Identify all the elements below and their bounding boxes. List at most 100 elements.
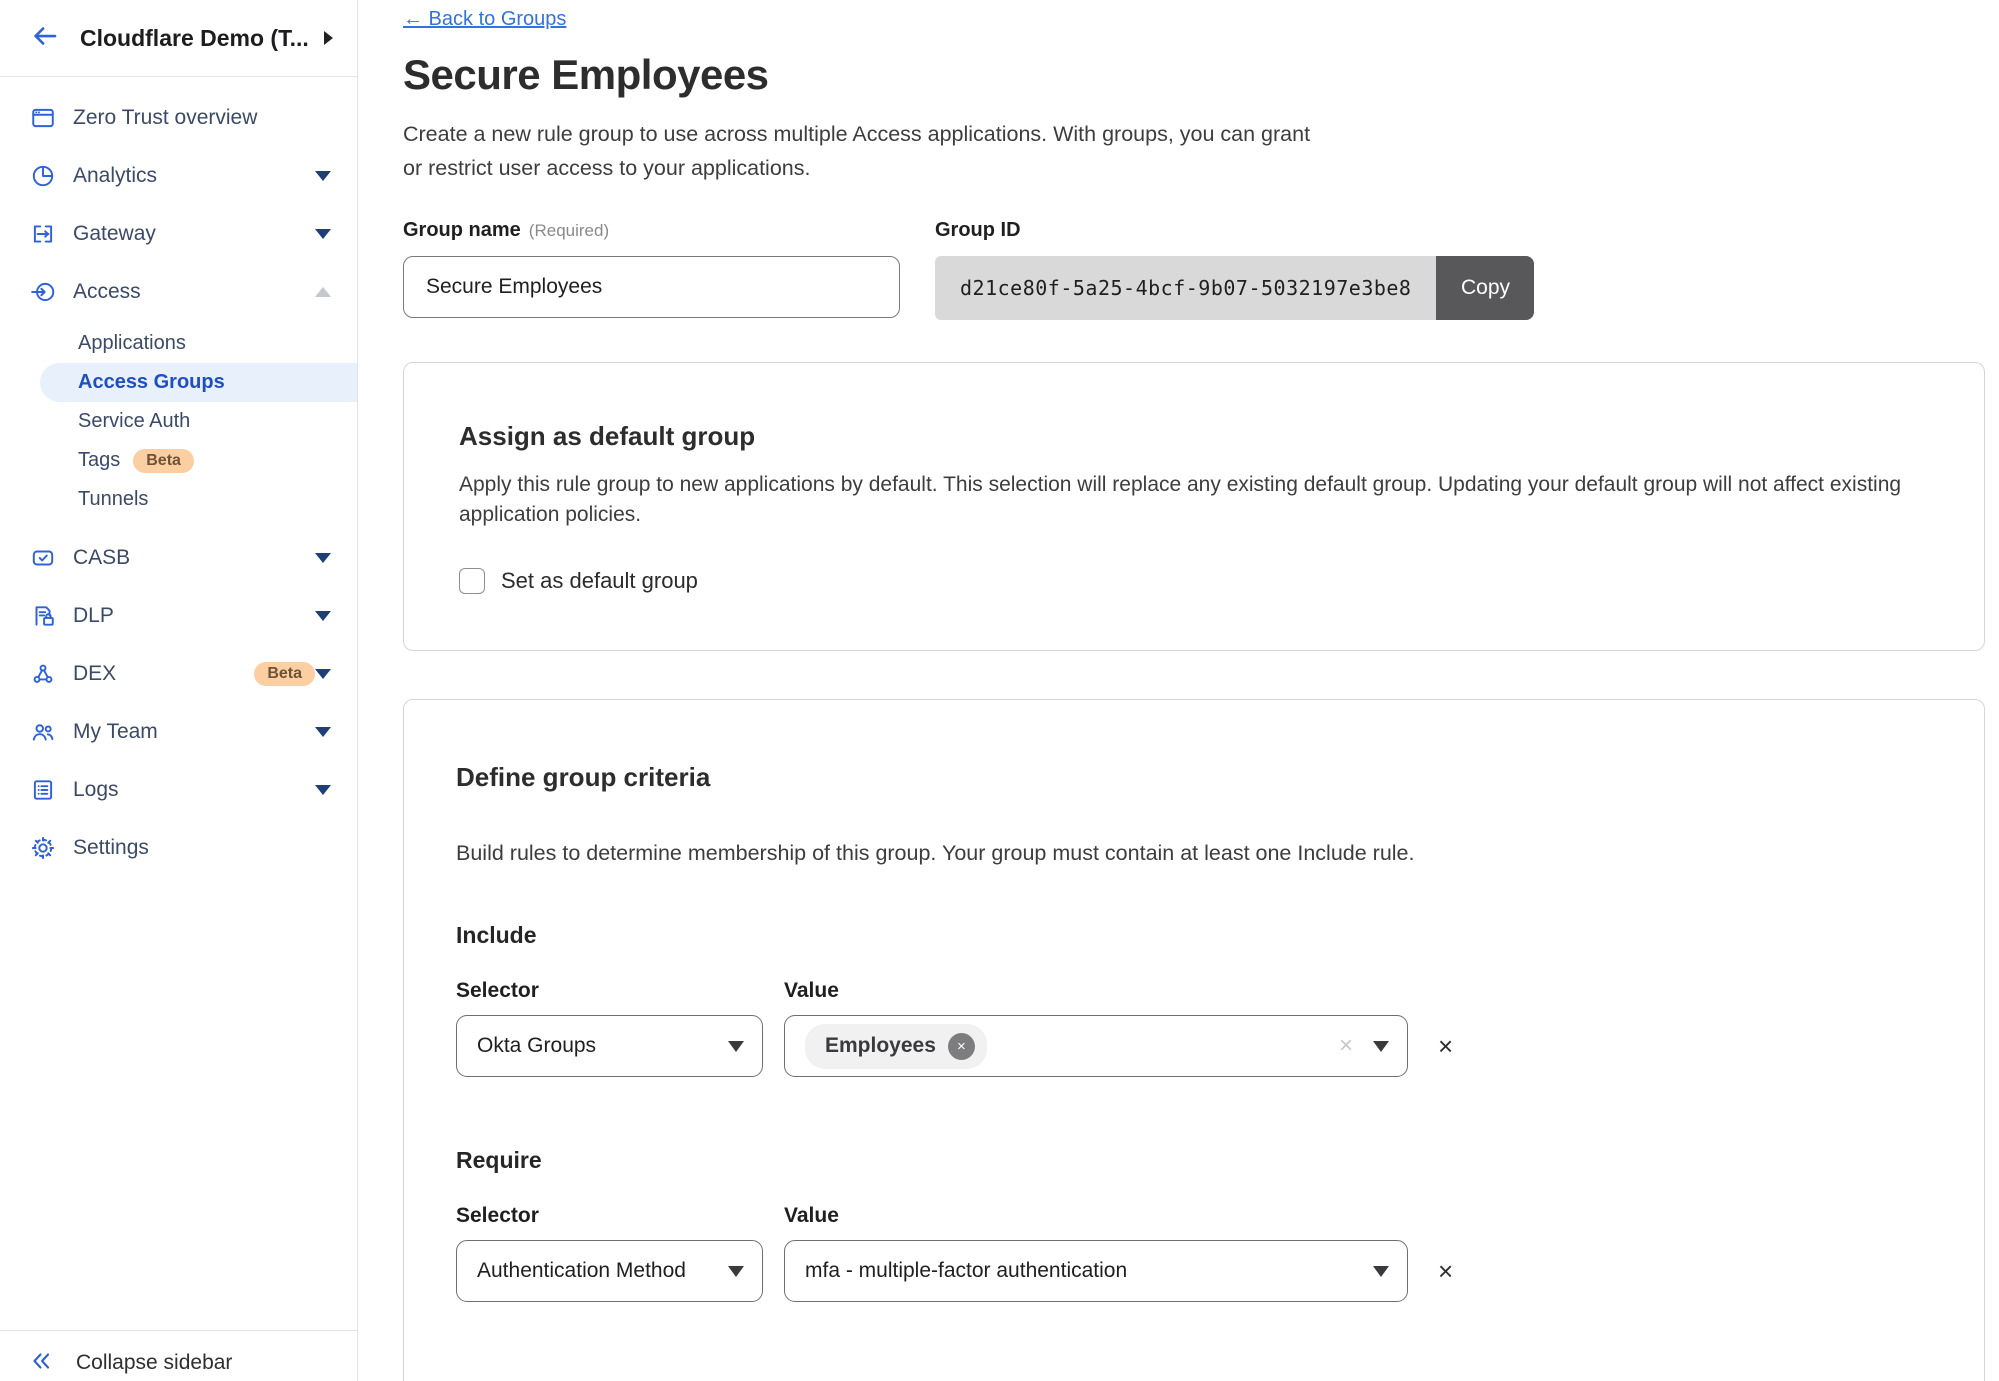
clear-values-icon[interactable]: ×: [1339, 1032, 1353, 1060]
account-name[interactable]: Cloudflare Demo (T...: [80, 25, 318, 52]
set-default-checkbox-label: Set as default group: [501, 568, 698, 594]
value-label: Value: [784, 979, 839, 1003]
sidebar-item-applications[interactable]: Applications: [0, 324, 357, 363]
value-label: Value: [784, 1204, 839, 1228]
chevron-up-icon[interactable]: [315, 287, 331, 297]
account-expand-icon[interactable]: [324, 31, 333, 45]
sidebar-item-dlp[interactable]: DLP: [0, 587, 357, 645]
sidebar-item-zero-trust-overview[interactable]: Zero Trust overview: [0, 89, 357, 147]
selector-label: Selector: [456, 979, 784, 1003]
description-line: Apply this rule group to new application…: [459, 470, 1929, 500]
sidebar-item-analytics[interactable]: Analytics: [0, 147, 357, 205]
remove-tag-icon[interactable]: ×: [948, 1033, 975, 1060]
sidebar-item-casb[interactable]: CASB: [0, 529, 357, 587]
criteria-card: Define group criteria Build rules to det…: [403, 699, 1985, 1381]
dropdown-caret-icon: [1373, 1041, 1389, 1052]
criteria-card-description: Build rules to determine membership of t…: [456, 841, 1929, 866]
group-id-field-group: Group ID d21ce80f-5a25-4bcf-9b07-5032197…: [935, 219, 1534, 320]
sidebar-item-label: CASB: [73, 546, 315, 570]
sidebar-item-gateway[interactable]: Gateway: [0, 205, 357, 263]
group-name-input[interactable]: [403, 256, 900, 318]
sidebar-item-my-team[interactable]: My Team: [0, 703, 357, 761]
page-description-line: Create a new rule group to use across mu…: [403, 117, 1985, 151]
require-selector-dropdown[interactable]: Authentication Method: [456, 1240, 763, 1302]
sidebar-item-label: My Team: [73, 720, 315, 744]
include-value-multiselect[interactable]: Employees × ×: [784, 1015, 1408, 1077]
include-labels-row: Selector Value: [456, 979, 1929, 1003]
chevron-down-icon[interactable]: [315, 611, 331, 621]
chevron-down-icon[interactable]: [315, 171, 331, 181]
default-group-card: Assign as default group Apply this rule …: [403, 362, 1985, 651]
gateway-icon: [30, 221, 56, 247]
sidebar-item-label: Zero Trust overview: [73, 106, 331, 130]
copy-button[interactable]: Copy: [1436, 256, 1534, 320]
chevron-down-icon[interactable]: [315, 669, 331, 679]
default-group-card-title: Assign as default group: [459, 421, 1929, 452]
require-value-dropdown[interactable]: mfa - multiple-factor authentication: [784, 1240, 1408, 1302]
page-description-line: or restrict user access to your applicat…: [403, 151, 1985, 185]
sidebar-item-label: Gateway: [73, 222, 315, 246]
chevron-down-icon[interactable]: [315, 553, 331, 563]
collapse-label: Collapse sidebar: [76, 1351, 232, 1375]
group-meta-row: Group name(Required) Group ID d21ce80f-5…: [403, 219, 1985, 320]
dlp-icon: [30, 603, 56, 629]
sidebar-item-label: Tags: [78, 449, 120, 472]
sidebar-item-label: Tunnels: [78, 488, 148, 511]
collapse-sidebar-button[interactable]: Collapse sidebar: [0, 1330, 357, 1381]
sidebar-item-label: Analytics: [73, 164, 315, 188]
back-to-groups-link[interactable]: ← Back to Groups: [403, 8, 566, 31]
chevron-down-icon[interactable]: [315, 727, 331, 737]
description-line: application policies.: [459, 500, 1929, 530]
sidebar-item-tags[interactable]: Tags Beta: [0, 441, 357, 480]
require-heading: Require: [456, 1147, 1929, 1174]
sidebar-item-settings[interactable]: Settings: [0, 819, 357, 877]
sidebar-item-access-groups[interactable]: Access Groups: [40, 363, 357, 402]
logs-icon: [30, 777, 56, 803]
pie-chart-icon: [30, 163, 56, 189]
value-tag: Employees ×: [805, 1024, 987, 1069]
dex-icon: [30, 661, 56, 687]
group-name-field-group: Group name(Required): [403, 219, 900, 320]
sidebar: Cloudflare Demo (T... Zero Trust overvie…: [0, 0, 358, 1381]
sidebar-header: Cloudflare Demo (T...: [0, 0, 357, 77]
require-rule-row: Authentication Method mfa - multiple-fac…: [456, 1240, 1929, 1302]
include-rule-row: Okta Groups Employees × × ×: [456, 1015, 1929, 1077]
criteria-card-title: Define group criteria: [456, 762, 1929, 793]
sidebar-item-tunnels[interactable]: Tunnels: [0, 480, 357, 519]
sidebar-item-service-auth[interactable]: Service Auth: [0, 402, 357, 441]
sidebar-item-dex[interactable]: DEX Beta: [0, 645, 357, 703]
sidebar-item-label: Access: [73, 280, 315, 304]
set-default-checkbox[interactable]: [459, 568, 485, 594]
remove-include-rule-icon[interactable]: ×: [1438, 1033, 1453, 1059]
dropdown-caret-icon: [1373, 1266, 1389, 1277]
group-name-label: Group name: [403, 219, 521, 241]
back-arrow-icon[interactable]: [30, 21, 60, 56]
include-selector-dropdown[interactable]: Okta Groups: [456, 1015, 763, 1077]
chevron-down-icon[interactable]: [315, 229, 331, 239]
selector-label: Selector: [456, 1204, 784, 1228]
casb-icon: [30, 545, 56, 571]
default-group-card-description: Apply this rule group to new application…: [459, 470, 1929, 530]
sidebar-item-label: Settings: [73, 836, 331, 860]
require-labels-row: Selector Value: [456, 1204, 1929, 1228]
sidebar-item-access[interactable]: Access: [0, 263, 357, 321]
chevron-down-icon[interactable]: [315, 785, 331, 795]
selected-value: Okta Groups: [477, 1034, 728, 1058]
beta-badge: Beta: [254, 662, 315, 686]
gear-icon: [30, 835, 56, 861]
sidebar-item-logs[interactable]: Logs: [0, 761, 357, 819]
sidebar-item-label: DEX: [73, 662, 241, 686]
main-content: ← Back to Groups Secure Employees Create…: [358, 0, 1999, 1381]
selected-value: mfa - multiple-factor authentication: [805, 1259, 1373, 1283]
sidebar-item-label: Logs: [73, 778, 315, 802]
dropdown-caret-icon: [728, 1266, 744, 1277]
include-heading: Include: [456, 922, 1929, 949]
access-icon: [30, 279, 56, 305]
sidebar-item-label: Access Groups: [78, 371, 225, 394]
remove-require-rule-icon[interactable]: ×: [1438, 1258, 1453, 1284]
collapse-icon: [28, 1348, 54, 1379]
sidebar-item-label: DLP: [73, 604, 315, 628]
beta-badge: Beta: [133, 449, 194, 473]
group-id-value: d21ce80f-5a25-4bcf-9b07-5032197e3be8: [935, 256, 1436, 320]
selected-value: Authentication Method: [477, 1259, 728, 1283]
